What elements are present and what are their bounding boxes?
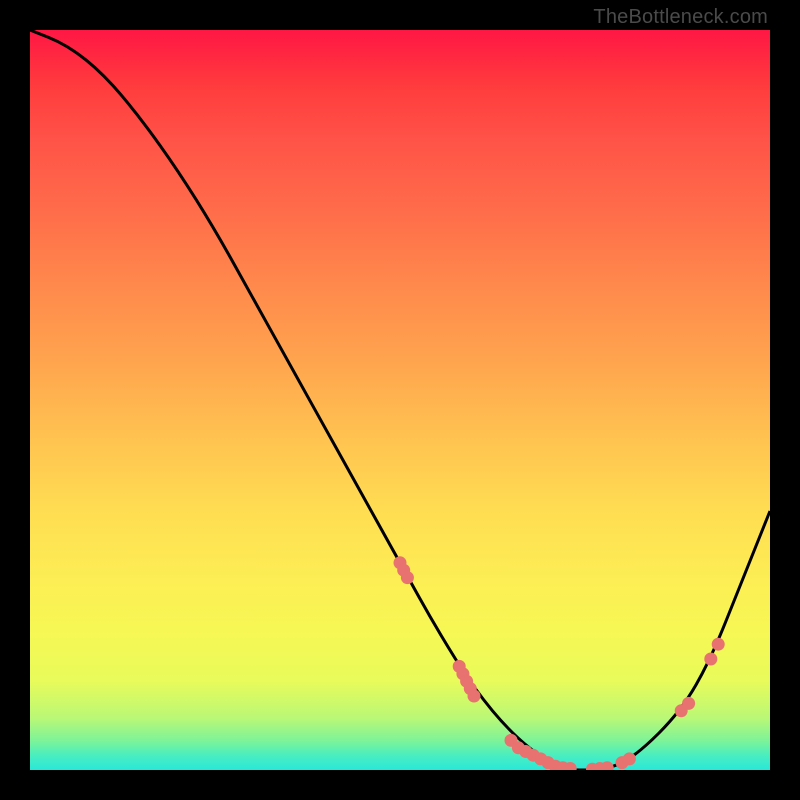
watermark-text: TheBottleneck.com [593,6,768,29]
chart-gradient-background [30,30,770,770]
chart-plot-area [30,30,770,770]
